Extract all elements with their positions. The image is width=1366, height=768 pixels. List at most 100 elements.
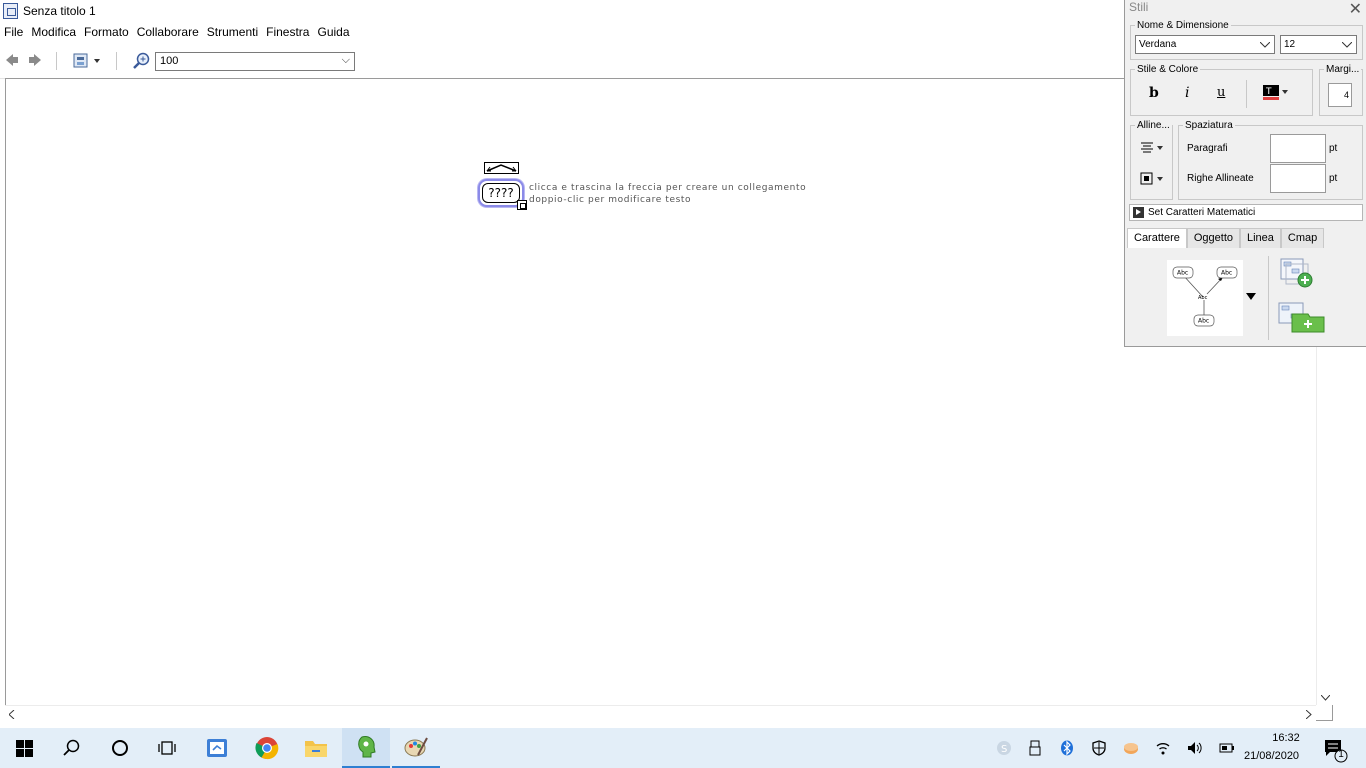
- chevron-down-icon: [1260, 42, 1270, 48]
- folder-icon: [305, 741, 327, 757]
- search-icon[interactable]: [63, 739, 81, 757]
- menu-bar: File Modifica Formato Collaborare Strume…: [0, 23, 354, 42]
- svg-text:S: S: [1001, 744, 1007, 755]
- chevron-down-icon: ⌵: [341, 54, 350, 66]
- lines-unit: pt: [1329, 173, 1338, 184]
- cortana-icon[interactable]: [111, 739, 129, 757]
- add-style-sheet-icon[interactable]: [1278, 302, 1326, 334]
- preview-label: Abc: [1177, 270, 1188, 277]
- margin-label: Margi...: [1326, 64, 1360, 75]
- security-shield-icon[interactable]: [1091, 740, 1107, 756]
- spacing-label: Spaziatura: [1185, 120, 1233, 131]
- close-icon[interactable]: ✕: [1349, 0, 1362, 19]
- chrome-icon: [255, 737, 279, 760]
- hint-text-edit: doppio-clic per modificare testo: [529, 195, 692, 205]
- resize-handle-icon[interactable]: [517, 200, 527, 210]
- hint-text-link: clicca e trascina la freccia per creare …: [529, 183, 807, 193]
- font-name-value: Verdana: [1139, 39, 1177, 50]
- align-group: Alline...: [1130, 120, 1173, 200]
- menu-modifica[interactable]: Modifica: [27, 23, 80, 42]
- panel-tabs: Carattere Oggetto Linea Cmap: [1127, 228, 1325, 248]
- chevron-down-icon: [1342, 42, 1352, 48]
- taskbar-app-paint[interactable]: [392, 728, 440, 768]
- menu-guida[interactable]: Guida: [313, 23, 353, 42]
- concept-label[interactable]: ????: [482, 183, 520, 203]
- font-size-value: 12: [1284, 39, 1296, 50]
- align-label: Alline...: [1137, 120, 1170, 131]
- wifi-icon[interactable]: [1155, 740, 1171, 756]
- notification-count: 1: [1338, 749, 1344, 760]
- align-center-icon[interactable]: [1140, 142, 1166, 154]
- math-characters-toggle[interactable]: Set Caratteri Matematici: [1129, 204, 1363, 221]
- scroll-down-icon[interactable]: [1321, 695, 1330, 701]
- preview-label: Abc: [1198, 318, 1209, 325]
- panel-title: Stili: [1129, 0, 1149, 14]
- scroll-right-icon[interactable]: [1306, 710, 1312, 719]
- link-drag-arrow-icon[interactable]: [484, 162, 519, 174]
- task-view-icon[interactable]: [158, 739, 178, 757]
- cmap-app-icon: [207, 739, 227, 757]
- taskbar-app-chrome[interactable]: [243, 728, 291, 768]
- preview-dropdown-icon[interactable]: [1246, 293, 1256, 301]
- font-group-label: Nome & Dimensione: [1137, 20, 1229, 31]
- zoom-icon[interactable]: [133, 52, 151, 70]
- taskbar-app-file-explorer[interactable]: [292, 728, 340, 768]
- font-size-select[interactable]: 12: [1280, 35, 1357, 54]
- paragraphs-label: Paragrafi: [1187, 143, 1228, 154]
- bold-button[interactable]: b: [1149, 85, 1159, 101]
- taskbar-app-cmaptools[interactable]: [342, 728, 390, 768]
- preview-label: Abc: [1198, 295, 1208, 301]
- clock-time[interactable]: 16:32: [1262, 732, 1310, 744]
- svg-text:T: T: [1265, 87, 1272, 97]
- tab-linea[interactable]: Linea: [1240, 228, 1281, 248]
- margin-input[interactable]: 4: [1328, 83, 1352, 107]
- separator: [1246, 80, 1247, 108]
- underline-button[interactable]: u: [1217, 85, 1225, 100]
- style-preview-image[interactable]: Abc Abc Abc Abc: [1167, 260, 1243, 336]
- taskbar-app-cmaptools-launcher[interactable]: [194, 728, 242, 768]
- tab-cmap[interactable]: Cmap: [1280, 228, 1325, 248]
- add-style-icon[interactable]: [1280, 258, 1316, 292]
- zoom-value: 100: [160, 55, 179, 67]
- style-color-label: Stile & Colore: [1137, 64, 1199, 75]
- zoom-select[interactable]: 100 ⌵: [155, 52, 355, 71]
- paragraphs-unit: pt: [1329, 143, 1338, 154]
- window-title: Senza titolo 1: [23, 4, 96, 18]
- separator: [1268, 256, 1269, 340]
- windows-start-icon[interactable]: [16, 740, 33, 757]
- usb-tray-icon[interactable]: [1027, 740, 1043, 756]
- italic-button[interactable]: i: [1185, 85, 1189, 101]
- menu-finestra[interactable]: Finestra: [262, 23, 313, 42]
- menu-file[interactable]: File: [0, 23, 27, 42]
- expand-arrow-icon: [1133, 207, 1144, 218]
- back-arrow-icon[interactable]: [5, 53, 19, 67]
- skype-tray-icon[interactable]: S: [996, 740, 1012, 756]
- lines-spacing-input[interactable]: [1270, 164, 1326, 193]
- tab-oggetto[interactable]: Oggetto: [1186, 228, 1240, 248]
- cmaptools-head-icon: [358, 736, 376, 758]
- preview-label: Abc: [1221, 270, 1232, 277]
- paint-icon: [404, 737, 428, 757]
- clock-date[interactable]: 21/08/2020: [1244, 750, 1299, 762]
- menu-formato[interactable]: Formato: [80, 23, 133, 42]
- menu-strumenti[interactable]: Strumenti: [203, 23, 262, 42]
- app-icon: [3, 3, 18, 19]
- lines-label: Righe Allineate: [1187, 173, 1254, 184]
- bluetooth-tray-icon[interactable]: [1059, 740, 1075, 756]
- tab-carattere[interactable]: Carattere: [1127, 228, 1187, 248]
- math-characters-label: Set Caratteri Matematici: [1148, 207, 1256, 218]
- forward-arrow-icon[interactable]: [28, 53, 42, 67]
- toolbar-separator: [116, 52, 117, 70]
- paragraphs-spacing-input[interactable]: [1270, 134, 1326, 163]
- app-tray-icon[interactable]: [1123, 740, 1139, 756]
- scroll-left-icon[interactable]: [9, 710, 15, 719]
- battery-icon[interactable]: [1219, 740, 1235, 756]
- font-name-select[interactable]: Verdana: [1135, 35, 1275, 54]
- menu-collaborare[interactable]: Collaborare: [133, 23, 203, 42]
- text-color-icon[interactable]: T: [1262, 84, 1290, 102]
- views-icon[interactable]: [73, 52, 103, 70]
- volume-icon[interactable]: [1187, 740, 1203, 756]
- align-object-icon[interactable]: [1140, 172, 1166, 185]
- toolbar-separator: [56, 52, 57, 70]
- horizontal-scrollbar[interactable]: [5, 705, 1316, 721]
